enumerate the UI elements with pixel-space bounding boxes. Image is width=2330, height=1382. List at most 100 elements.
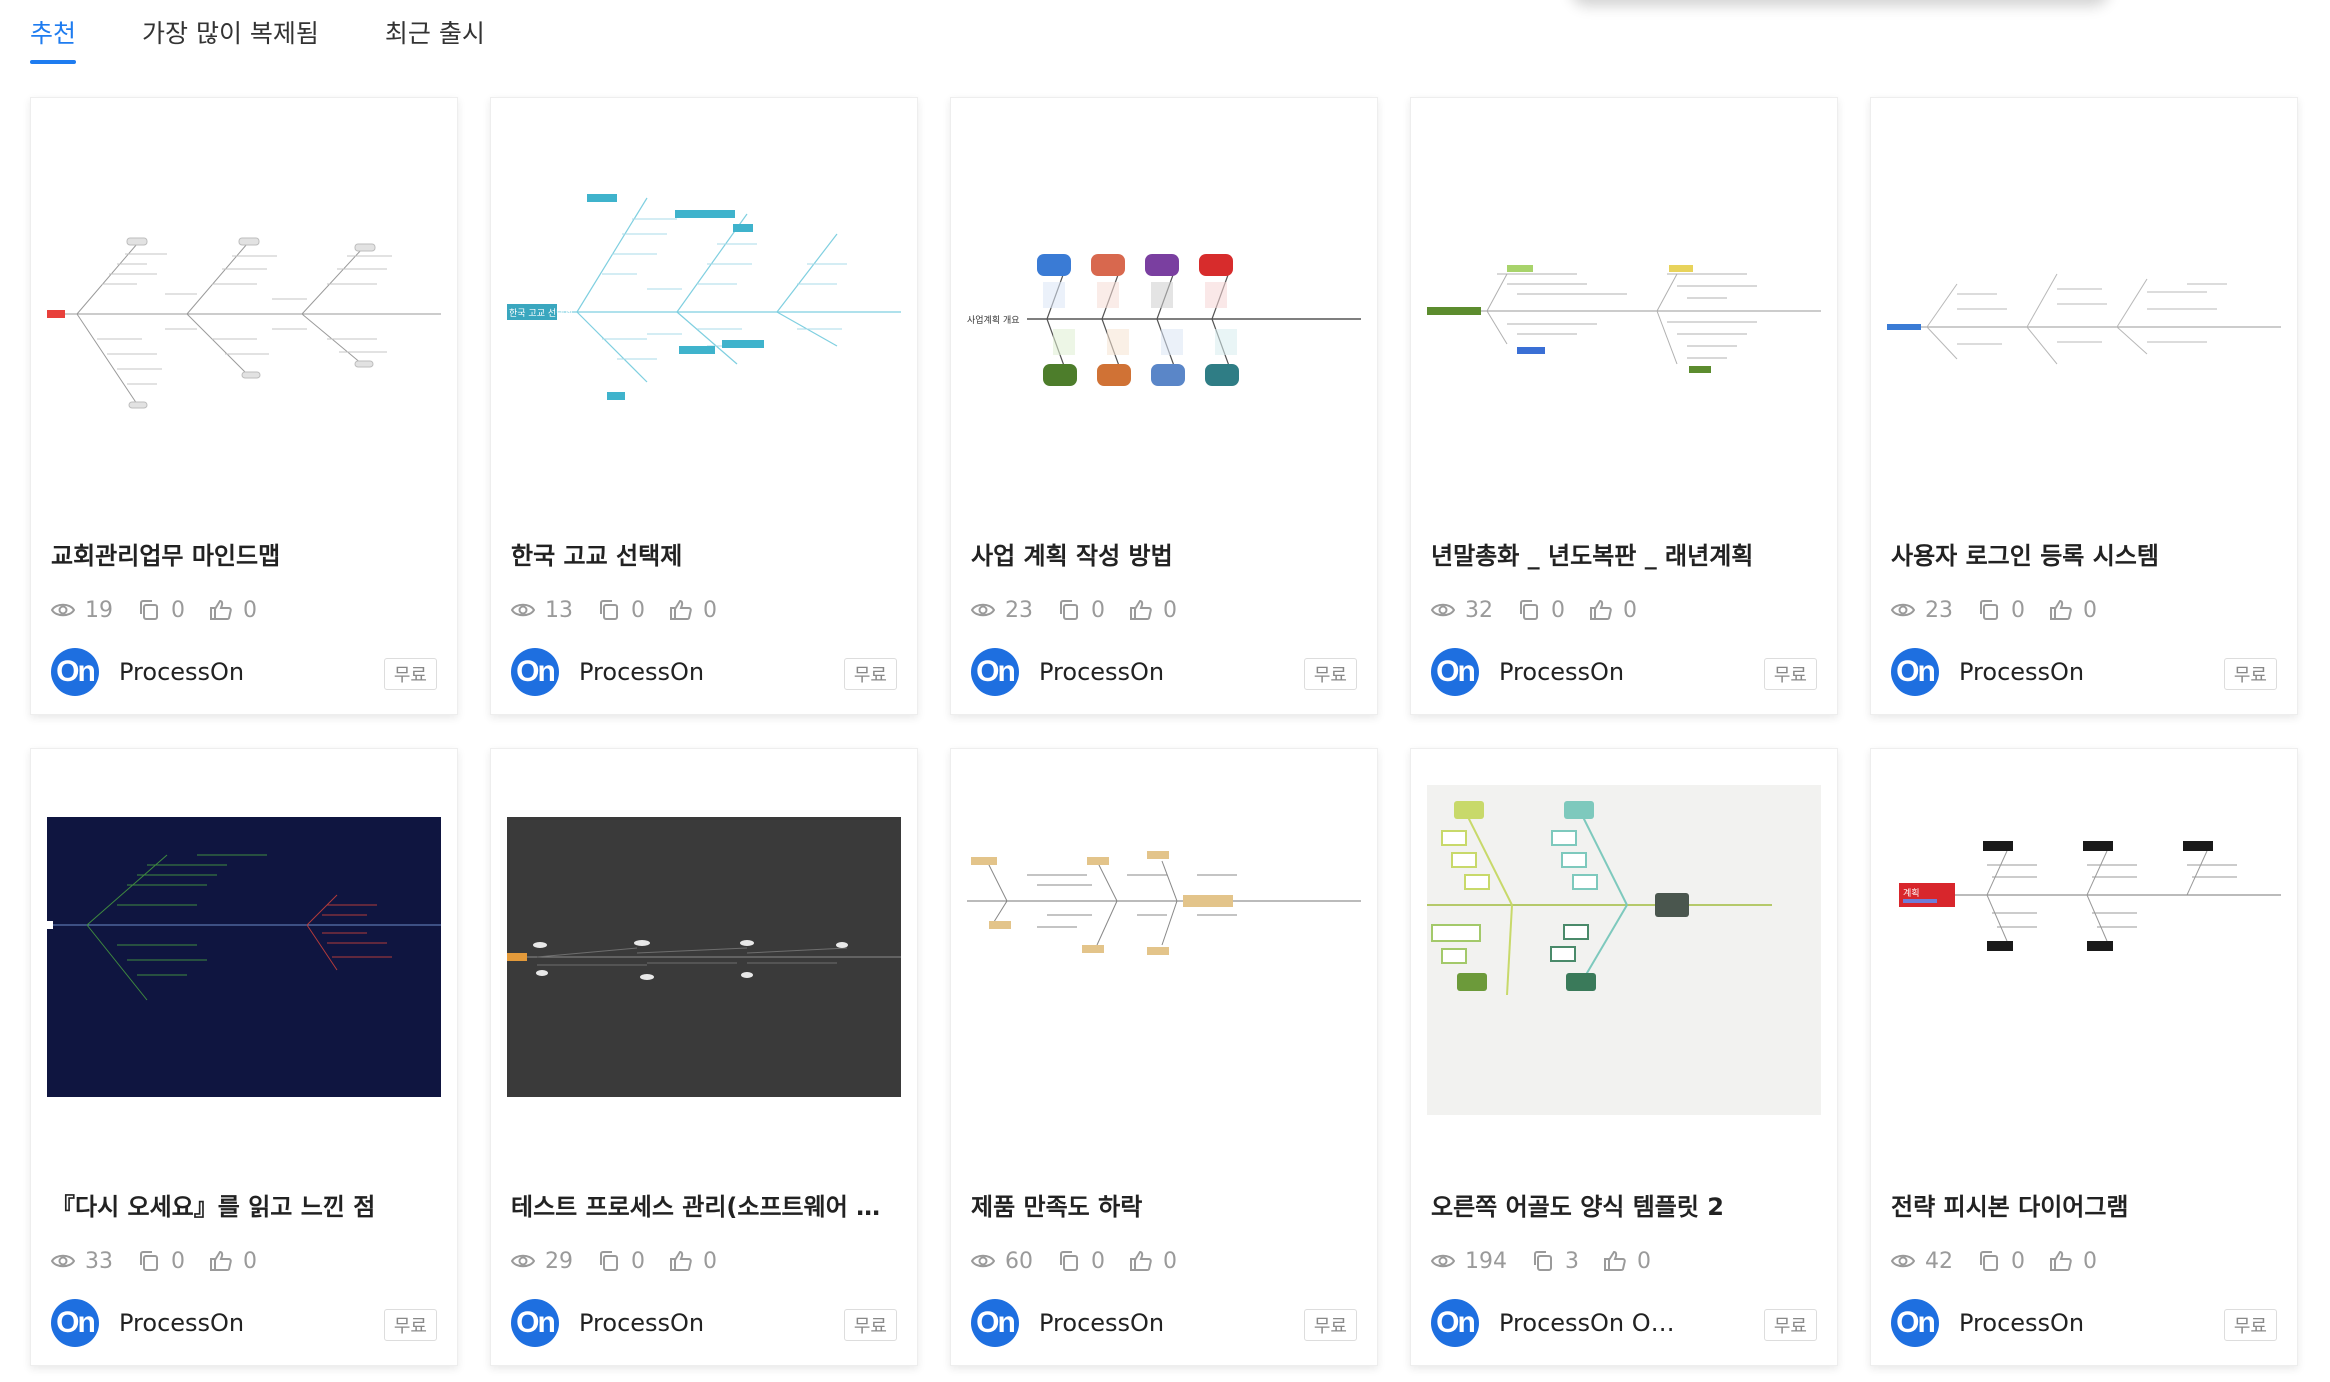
like-count: 0: [669, 598, 717, 623]
copy-icon: [1060, 1251, 1078, 1271]
free-badge: 무료: [1303, 1309, 1357, 1341]
copy-count: 3: [1531, 1249, 1579, 1274]
author-name[interactable]: ProcessOn: [1499, 658, 1624, 686]
free-badge: 무료: [2223, 658, 2277, 690]
template-title[interactable]: 오른쪽 어골도 양식 템플릿 2: [1431, 1187, 1819, 1222]
author-name[interactable]: ProcessOn: [579, 1309, 704, 1337]
avatar: On: [971, 648, 1019, 696]
template-card[interactable]: 『다시 오세요』를 읽고 느낀 점 33 0 0 On ProcessOn 무료: [30, 748, 458, 1366]
author[interactable]: On ProcessOn: [511, 648, 704, 696]
author[interactable]: On ProcessOn: [51, 648, 244, 696]
template-card[interactable]: 제품 만족도 하락 60 0 0 On ProcessOn 무료: [950, 748, 1378, 1366]
eye-icon: [971, 603, 995, 617]
template-title[interactable]: 제품 만족도 하락: [971, 1187, 1359, 1222]
author-name[interactable]: ProcessOn: [119, 658, 244, 686]
copy-icon: [600, 1251, 618, 1271]
author-name[interactable]: ProcessOn: [1039, 1309, 1164, 1337]
template-card[interactable]: 사용자 로그인 등록 시스템 23 0 0 On ProcessOn 무료: [1870, 97, 2298, 715]
author[interactable]: On ProcessOn: [1891, 648, 2084, 696]
free-badge: 무료: [1303, 658, 1357, 690]
template-card[interactable]: 교회관리업무 마인드맵 19 0 0 On ProcessOn 무료: [30, 97, 458, 715]
template-thumbnail[interactable]: [1887, 114, 2281, 524]
category-tabs: 추천 가장 많이 복제됨 최근 출시: [30, 0, 551, 66]
author[interactable]: On ProcessOn: [51, 1299, 244, 1347]
view-count: 23: [1891, 598, 1953, 623]
thumbs-up-icon: [1590, 599, 1612, 620]
template-thumbnail[interactable]: [1427, 765, 1821, 1175]
author[interactable]: On ProcessOn: [971, 1299, 1164, 1347]
template-card[interactable]: 년말총화 _ 년도복판 _ 래년계획 32 0 0 On ProcessOn 무…: [1410, 97, 1838, 715]
avatar: On: [1891, 1299, 1939, 1347]
thumbs-up-icon: [1130, 599, 1152, 620]
tab-most-copied[interactable]: 가장 많이 복제됨: [142, 0, 319, 66]
template-thumbnail[interactable]: 한국 고교 선택제: [507, 114, 901, 524]
eye-icon: [1891, 1254, 1915, 1268]
template-stats: 13 0 0: [511, 596, 741, 624]
view-count: 13: [511, 598, 573, 623]
template-thumbnail[interactable]: [1427, 114, 1821, 524]
template-thumbnail[interactable]: [47, 765, 441, 1175]
avatar: On: [971, 1299, 1019, 1347]
avatar: On: [51, 648, 99, 696]
view-count: 19: [51, 598, 113, 623]
eye-icon: [511, 603, 535, 617]
avatar: On: [1891, 648, 1939, 696]
copy-count: 0: [1977, 1249, 2025, 1274]
template-title[interactable]: 교회관리업무 마인드맵: [51, 536, 439, 571]
template-card[interactable]: 한국 고교 선택제 한국 고교 선택제 13 0 0 On ProcessOn …: [490, 97, 918, 715]
template-card[interactable]: 계획 전략 피시본 다이어그램 42 0 0 On ProcessOn 무료: [1870, 748, 2298, 1366]
like-count: 0: [1603, 1249, 1651, 1274]
template-thumbnail[interactable]: 사업계획 개요: [967, 114, 1361, 524]
author-name[interactable]: ProcessOn: [1959, 1309, 2084, 1337]
free-badge: 무료: [1763, 658, 1817, 690]
copy-count: 0: [1517, 598, 1565, 623]
like-count: 0: [669, 1249, 717, 1274]
like-count: 0: [1129, 598, 1177, 623]
author-name[interactable]: ProcessOn: [119, 1309, 244, 1337]
copy-count: 0: [1057, 1249, 1105, 1274]
like-count: 0: [209, 1249, 257, 1274]
template-title[interactable]: 한국 고교 선택제: [511, 536, 899, 571]
author[interactable]: On ProcessOn: [971, 648, 1164, 696]
tab-recommended[interactable]: 추천: [30, 0, 77, 66]
free-badge: 무료: [843, 1309, 897, 1341]
template-thumbnail[interactable]: 계획: [1887, 765, 2281, 1175]
copy-count: 0: [137, 1249, 185, 1274]
template-title[interactable]: 테스트 프로세스 관리(소프트웨어 …: [511, 1187, 899, 1222]
author[interactable]: On ProcessOn O…: [1431, 1299, 1675, 1347]
template-title[interactable]: 전략 피시본 다이어그램: [1891, 1187, 2279, 1222]
template-card[interactable]: 사업계획 개요 사업 계획 작성 방법 23 0 0 On ProcessOn …: [950, 97, 1378, 715]
tab-recent[interactable]: 최근 출시: [385, 0, 485, 66]
eye-icon: [51, 1254, 75, 1268]
eye-icon: [1431, 1254, 1455, 1268]
author[interactable]: On ProcessOn: [511, 1299, 704, 1347]
copy-icon: [1060, 600, 1078, 620]
author[interactable]: On ProcessOn: [1431, 648, 1624, 696]
template-title[interactable]: 년말총화 _ 년도복판 _ 래년계획: [1431, 536, 1819, 571]
thumbs-up-icon: [1604, 1250, 1626, 1271]
author-name[interactable]: ProcessOn: [1039, 658, 1164, 686]
template-title[interactable]: 『다시 오세요』를 읽고 느낀 점: [51, 1187, 439, 1222]
author[interactable]: On ProcessOn: [1891, 1299, 2084, 1347]
eye-icon: [1431, 603, 1455, 617]
template-thumbnail[interactable]: [967, 765, 1361, 1175]
copy-icon: [140, 600, 158, 620]
template-stats: 29 0 0: [511, 1247, 741, 1275]
thumbs-up-icon: [670, 1250, 692, 1271]
copy-icon: [1980, 600, 1998, 620]
copy-icon: [1980, 1251, 1998, 1271]
template-card[interactable]: 오른쪽 어골도 양식 템플릿 2 194 3 0 On ProcessOn O……: [1410, 748, 1838, 1366]
template-title[interactable]: 사용자 로그인 등록 시스템: [1891, 536, 2279, 571]
avatar: On: [511, 648, 559, 696]
template-stats: 60 0 0: [971, 1247, 1201, 1275]
author-name[interactable]: ProcessOn: [579, 658, 704, 686]
template-thumbnail[interactable]: [507, 765, 901, 1175]
author-name[interactable]: ProcessOn O…: [1499, 1309, 1675, 1337]
author-name[interactable]: ProcessOn: [1959, 658, 2084, 686]
template-grid: 교회관리업무 마인드맵 19 0 0 On ProcessOn 무료 한국 고교…: [30, 97, 2300, 1366]
eye-icon: [51, 603, 75, 617]
template-title[interactable]: 사업 계획 작성 방법: [971, 536, 1359, 571]
template-card[interactable]: 테스트 프로세스 관리(소프트웨어 … 29 0 0 On ProcessOn …: [490, 748, 918, 1366]
template-thumbnail[interactable]: [47, 114, 441, 524]
view-count: 23: [971, 598, 1033, 623]
